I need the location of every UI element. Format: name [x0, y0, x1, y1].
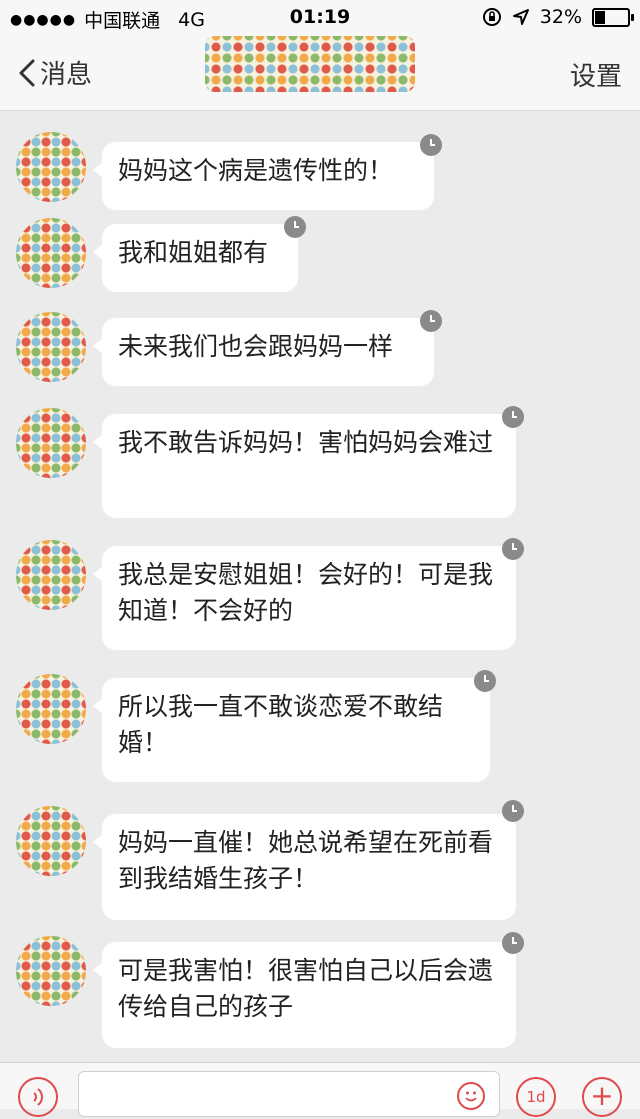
message-bubble[interactable]: 我总是安慰姐姐！会好的！可是我知道！不会好的	[93, 546, 516, 650]
clock-icon	[502, 538, 524, 560]
voice-wave-icon	[33, 1088, 43, 1106]
message-bubble[interactable]: 我和姐姐都有	[93, 224, 298, 292]
avatar[interactable]	[16, 936, 86, 1006]
avatar[interactable]	[16, 132, 86, 202]
nav-bar: 消息 设置	[0, 36, 640, 111]
clock-icon	[502, 800, 524, 822]
message-bubble[interactable]: 妈妈这个病是遗传性的！	[93, 142, 434, 210]
avatar[interactable]	[16, 540, 86, 610]
clock-icon	[502, 406, 524, 428]
message-bubble[interactable]: 未来我们也会跟妈妈一样	[93, 318, 434, 386]
burn-after-reading-button[interactable]: 1d	[516, 1077, 556, 1117]
clock-icon	[502, 932, 524, 954]
message-bubble[interactable]: 可是我害怕！很害怕自己以后会遗传给自己的孩子	[93, 942, 516, 1048]
avatar[interactable]	[16, 408, 86, 478]
chevron-left-icon	[19, 59, 35, 86]
location-arrow-icon	[512, 9, 529, 25]
voice-button[interactable]	[18, 1077, 58, 1117]
battery-percent: 32%	[539, 6, 582, 28]
battery-fill	[595, 10, 605, 24]
avatar[interactable]	[16, 806, 86, 876]
clock-icon	[420, 310, 442, 332]
status-bar: ●●●●● 中国联通 4G 01:19 32%	[0, 0, 640, 36]
add-button[interactable]: +	[582, 1077, 622, 1117]
avatar[interactable]	[16, 218, 86, 288]
back-label: 消息	[40, 60, 93, 90]
message-input[interactable]	[78, 1071, 500, 1117]
message-bubble[interactable]: 妈妈一直催！她总说希望在死前看到我结婚生孩子！	[93, 814, 516, 920]
battery-icon	[592, 7, 634, 27]
input-bar: 1d +	[0, 1062, 640, 1117]
clock-icon	[284, 216, 306, 238]
status-right: 32%	[482, 6, 634, 28]
avatar[interactable]	[16, 674, 86, 744]
rotation-lock-icon	[482, 8, 501, 26]
settings-button[interactable]: 设置	[570, 56, 622, 93]
clock-icon	[420, 134, 442, 156]
smiley-icon	[465, 1091, 477, 1102]
clock-icon	[474, 670, 496, 692]
avatar[interactable]	[16, 312, 86, 382]
back-button[interactable]: 消息	[18, 54, 92, 91]
message-bubble[interactable]: 所以我一直不敢谈恋爱不敢结婚！	[93, 678, 490, 782]
message-bubble[interactable]: 我不敢告诉妈妈！害怕妈妈会难过	[93, 414, 516, 518]
chat-area[interactable]: 妈妈这个病是遗传性的！ 我和姐姐都有 未来我们也会跟妈妈一样 我不敢告诉妈妈！害…	[0, 110, 640, 1062]
emoji-button[interactable]	[457, 1082, 485, 1110]
contact-name-obscured	[205, 36, 415, 92]
